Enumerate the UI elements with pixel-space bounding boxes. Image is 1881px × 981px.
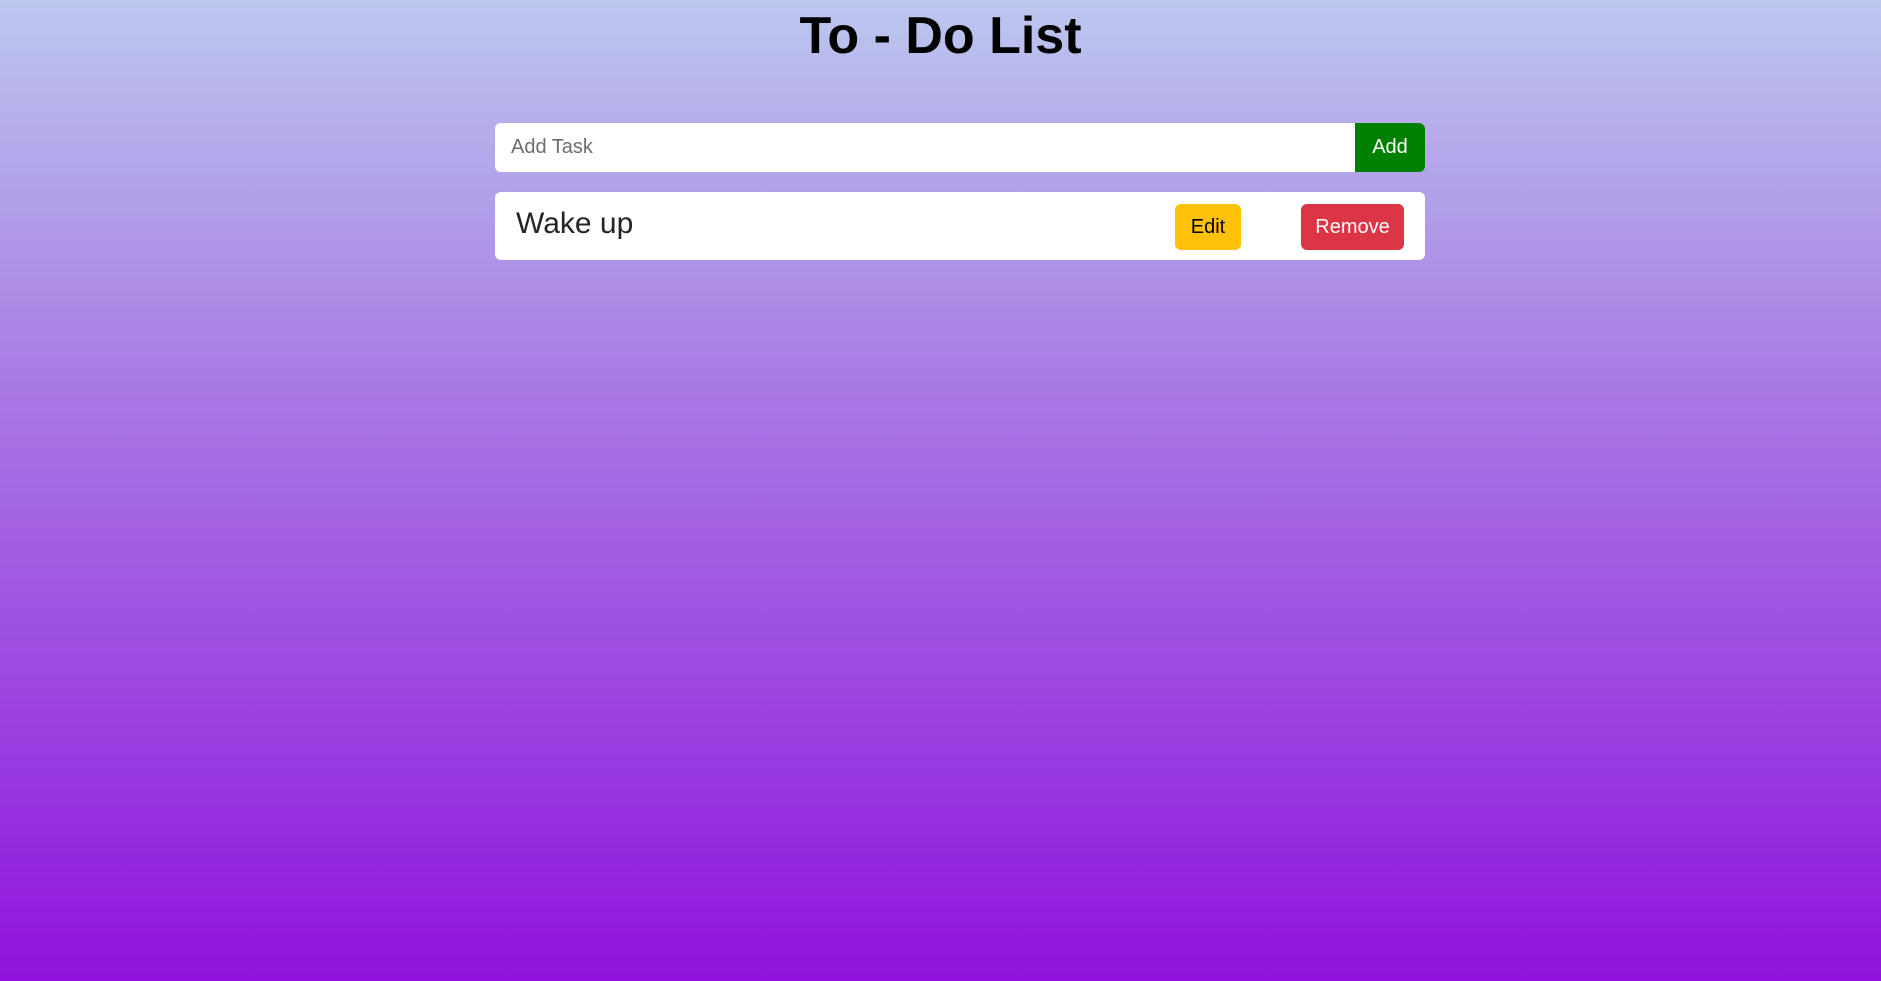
add-task-input[interactable]	[495, 123, 1355, 172]
task-item: Wake up Edit Remove	[495, 192, 1425, 260]
add-task-button[interactable]: Add	[1355, 123, 1425, 172]
task-text: Wake up	[516, 207, 634, 240]
page-title: To - Do List	[799, 7, 1082, 65]
remove-task-button[interactable]: Remove	[1301, 204, 1404, 250]
edit-task-button[interactable]: Edit	[1175, 204, 1241, 250]
add-task-form: Add	[495, 123, 1425, 172]
task-list: Wake up Edit Remove	[495, 192, 1425, 260]
